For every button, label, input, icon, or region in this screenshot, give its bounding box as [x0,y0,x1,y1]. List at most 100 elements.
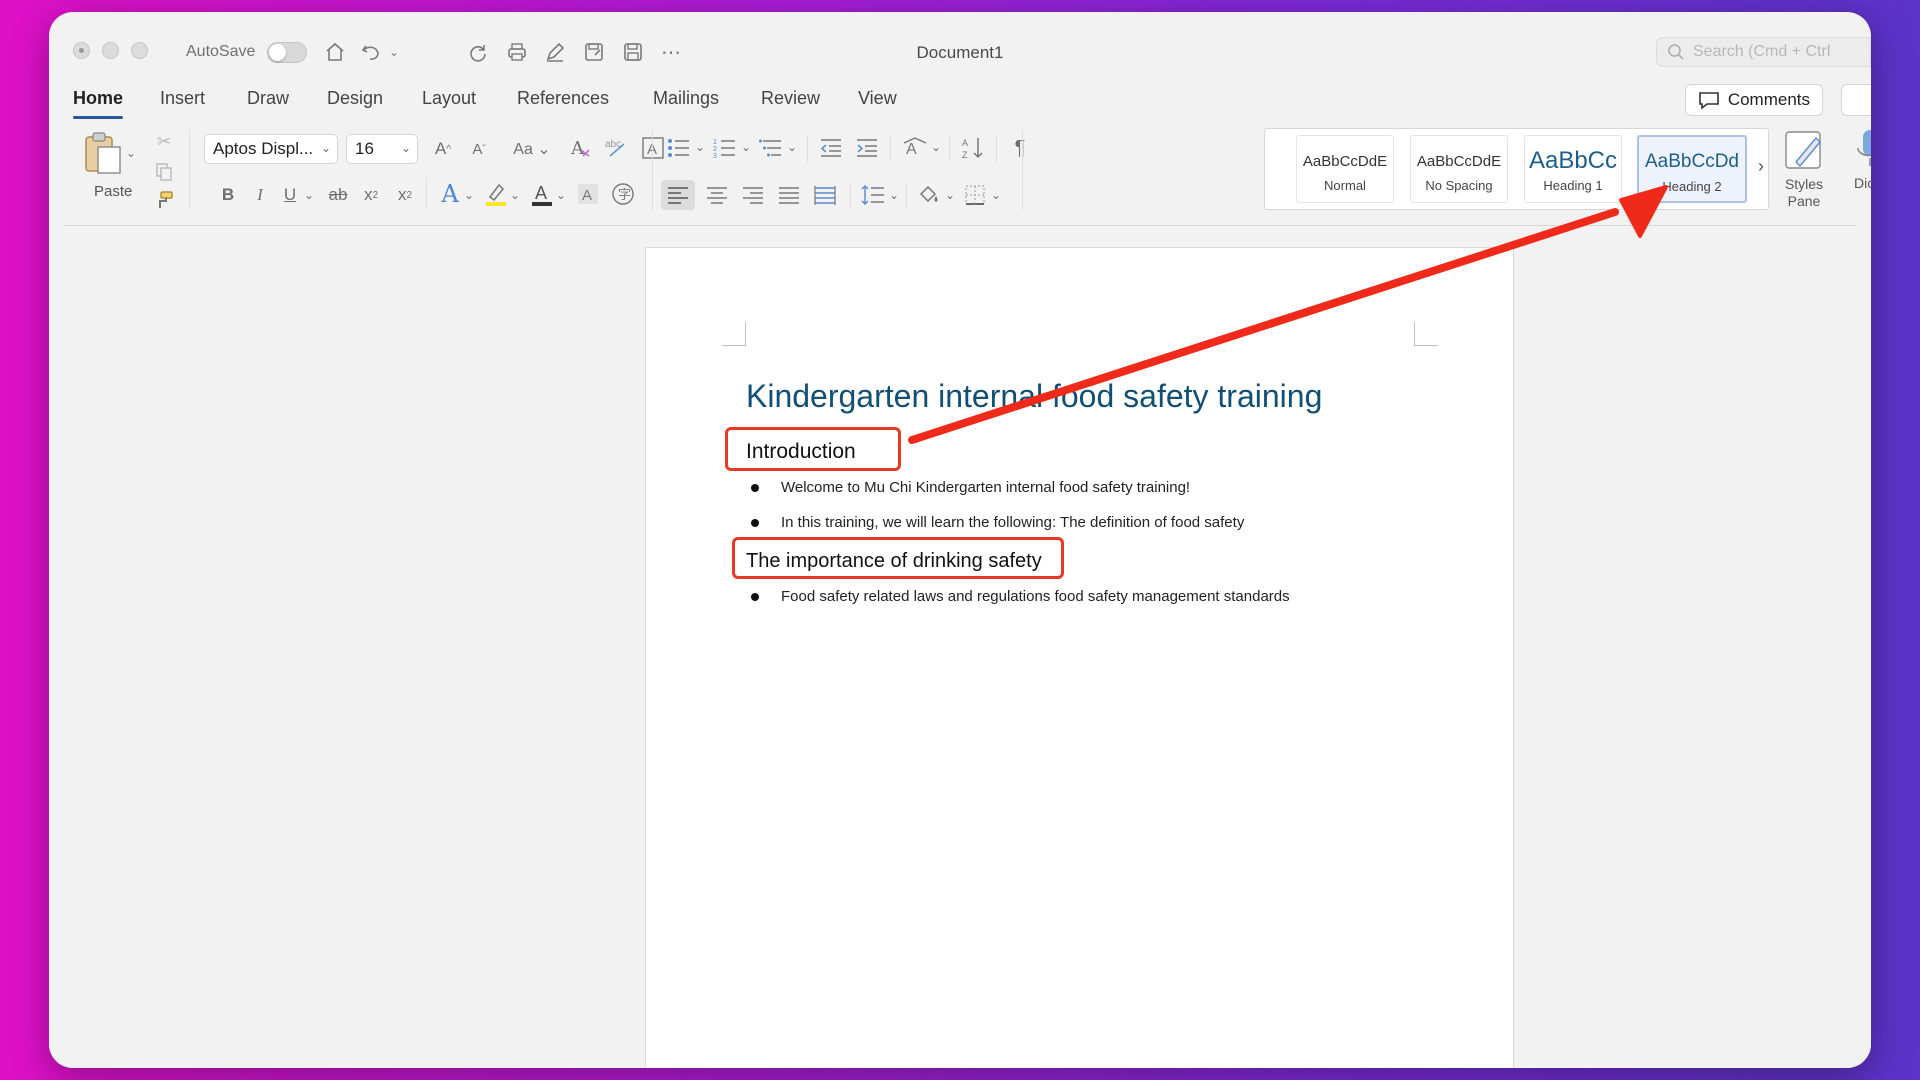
ribbon-separator [189,130,190,210]
italic-icon[interactable]: I [248,182,272,208]
tab-mailings[interactable]: Mailings [653,88,719,109]
bullets-chevron-icon[interactable]: ⌄ [694,140,706,154]
superscript-icon[interactable]: x2 [392,182,418,208]
align-left-icon[interactable] [661,180,695,210]
text-direction-chevron-icon[interactable]: ⌄ [930,140,942,154]
paste-dropdown-chevron-icon[interactable]: ⌄ [124,146,138,160]
highlight-chevron-icon[interactable]: ⌄ [508,188,522,202]
document-canvas: Kindergarten internal food safety traini… [49,227,1871,1068]
sort-icon[interactable]: AZ [958,134,988,162]
grow-font-icon[interactable]: A ^ [429,136,457,162]
document-heading-title[interactable]: Kindergarten internal food safety traini… [746,378,1322,415]
bullet-item[interactable]: Food safety related laws and regulations… [751,588,1290,605]
subscript-icon[interactable]: x2 [358,182,384,208]
font-name-value: Aptos Displ... [213,139,314,158]
paste-icon[interactable] [79,128,129,178]
font-size-select[interactable]: 16 ⌄ [346,134,418,164]
text-direction-icon[interactable]: A [900,134,930,162]
tab-draw[interactable]: Draw [247,88,289,109]
styles-gallery: AaBbCcDdE Normal AaBbCcDdE No Spacing Aa… [1264,128,1769,210]
distributed-icon[interactable] [810,180,840,210]
font-color-icon[interactable]: A [528,180,556,208]
character-shading-icon[interactable]: A [574,180,602,208]
share-button[interactable] [1841,84,1871,116]
tab-references[interactable]: References [517,88,609,109]
underline-chevron-icon[interactable]: ⌄ [302,188,316,202]
bullets-icon[interactable] [664,134,694,162]
text-effects-chevron-icon[interactable]: ⌄ [462,188,476,202]
strikethrough-icon[interactable]: ab [324,182,352,208]
format-painter-icon[interactable] [152,188,176,212]
ribbon-separator [949,136,950,162]
character-border-icon[interactable]: A [639,134,667,162]
bold-icon[interactable]: B [216,182,240,208]
search-box[interactable]: Search (Cmd + Ctrl [1656,37,1871,67]
numbering-icon[interactable]: 123 [710,134,740,162]
font-size-chevron-icon: ⌄ [400,141,411,155]
enclose-characters-icon[interactable]: 字 [609,180,637,208]
svg-text:字: 字 [618,187,631,202]
increase-indent-icon[interactable] [852,134,882,162]
style-no-spacing[interactable]: AaBbCcDdE No Spacing [1410,135,1508,203]
styles-pane-label: Styles Pane [1784,176,1824,209]
tab-home[interactable]: Home [73,88,124,119]
paste-label: Paste [94,183,133,200]
shading-icon[interactable] [914,180,944,210]
comment-icon [1699,92,1719,110]
clear-formatting-icon[interactable]: A [567,134,595,162]
tab-view[interactable]: View [858,88,897,109]
svg-text:Z: Z [962,150,968,160]
justify-icon[interactable] [774,180,804,210]
styles-gallery-next-icon[interactable]: › [1758,156,1764,177]
tab-design[interactable]: Design [327,88,383,109]
numbering-chevron-icon[interactable]: ⌄ [740,140,752,154]
shrink-font-icon[interactable]: Aˇ [465,136,493,162]
font-name-select[interactable]: Aptos Displ... ⌄ [204,134,338,164]
show-formatting-marks-icon[interactable]: ¶ [1006,134,1034,162]
styles-pane-button[interactable]: Styles Pane [1776,128,1832,210]
ribbon-tabs: Home Insert Draw Design Layout Reference… [49,78,1871,119]
style-no-spacing-name: No Spacing [1425,178,1493,193]
bullet-item[interactable]: Welcome to Mu Chi Kindergarten internal … [751,479,1190,496]
cut-icon[interactable]: ✂ [152,130,176,154]
multilevel-list-chevron-icon[interactable]: ⌄ [786,140,798,154]
align-right-icon[interactable] [738,180,768,210]
font-color-chevron-icon[interactable]: ⌄ [554,188,568,202]
ribbon-separator [850,182,851,208]
dictate-button[interactable]: Dictate [1854,128,1871,191]
underline-icon[interactable]: U [278,182,302,208]
document-page[interactable]: Kindergarten internal food safety traini… [645,247,1514,1068]
margin-corner-mark-right [1414,322,1438,346]
svg-text:A: A [570,138,585,159]
tab-insert[interactable]: Insert [160,88,205,109]
svg-text:3: 3 [713,153,717,159]
line-spacing-icon[interactable] [858,180,888,210]
style-normal-name: Normal [1324,178,1366,193]
borders-icon[interactable] [960,180,990,210]
microphone-icon [1857,130,1871,166]
annotation-box-introduction [725,427,901,471]
svg-text:A: A [906,141,917,158]
tab-layout[interactable]: Layout [422,88,476,109]
style-heading-2-sample: AaBbCcDd [1645,151,1739,172]
highlight-icon[interactable] [482,180,510,208]
style-heading-1[interactable]: AaBbCc Heading 1 [1524,135,1622,203]
multilevel-list-icon[interactable] [756,134,786,162]
ribbon-separator [1022,130,1023,210]
bullet-text: In this training, we will learn the foll… [781,514,1245,531]
ribbon-separator [807,136,808,162]
borders-chevron-icon[interactable]: ⌄ [990,188,1002,202]
comments-button[interactable]: Comments [1684,84,1823,116]
bullet-item[interactable]: In this training, we will learn the foll… [751,514,1244,531]
text-effects-icon[interactable]: A [436,180,464,208]
copy-icon[interactable] [152,160,176,184]
decrease-indent-icon[interactable] [816,134,846,162]
style-normal[interactable]: AaBbCcDdE Normal [1296,135,1394,203]
line-spacing-chevron-icon[interactable]: ⌄ [888,188,900,202]
align-center-icon[interactable] [702,180,732,210]
shading-chevron-icon[interactable]: ⌄ [944,188,956,202]
style-heading-2[interactable]: AaBbCcDd Heading 2 [1637,135,1747,203]
change-case-icon[interactable]: Aa ⌄ [507,136,557,162]
text-effects-abc-icon[interactable]: abc [603,134,631,162]
tab-review[interactable]: Review [761,88,820,109]
